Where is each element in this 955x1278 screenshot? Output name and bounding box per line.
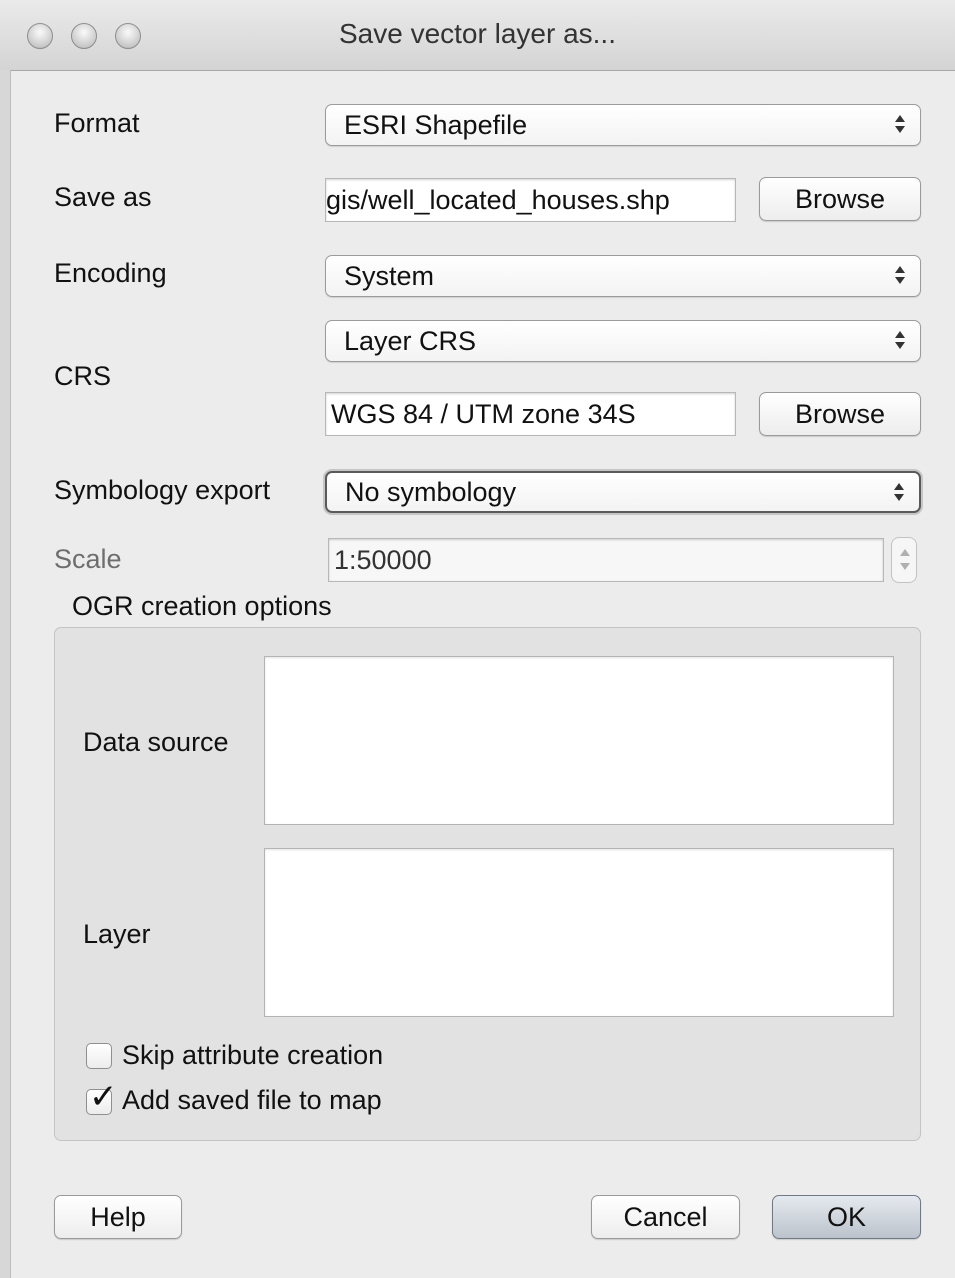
save-as-browse-button[interactable]: Browse <box>759 177 921 221</box>
layer-label: Layer <box>83 919 151 949</box>
symbology-select[interactable]: No symbology <box>325 471 921 513</box>
crs-mode-select[interactable]: Layer CRS <box>325 320 921 362</box>
scale-value: 1:50000 <box>334 545 432 575</box>
help-button[interactable]: Help <box>54 1195 182 1239</box>
crs-value: WGS 84 / UTM zone 34S <box>331 399 636 429</box>
select-arrows-icon <box>893 327 907 355</box>
save-as-input[interactable]: gis/well_located_houses.shp <box>325 178 736 222</box>
format-label: Format <box>54 108 140 138</box>
encoding-select-value: System <box>344 261 435 291</box>
save-as-value: gis/well_located_houses.shp <box>326 185 670 215</box>
cancel-button[interactable]: Cancel <box>591 1195 740 1239</box>
layer-textarea[interactable] <box>264 848 894 1017</box>
add-to-map-checkbox[interactable]: ✓ <box>86 1080 118 1115</box>
data-source-label: Data source <box>83 727 229 757</box>
symbology-label: Symbology export <box>54 475 271 505</box>
select-arrows-icon <box>892 479 906 507</box>
symbology-select-value: No symbology <box>345 477 517 507</box>
save-as-label: Save as <box>54 182 152 212</box>
encoding-select[interactable]: System <box>325 255 921 297</box>
scale-input[interactable]: 1:50000 <box>328 538 884 582</box>
crs-input[interactable]: WGS 84 / UTM zone 34S <box>325 392 736 436</box>
scale-stepper[interactable] <box>891 537 917 583</box>
scale-label: Scale <box>54 544 122 574</box>
title-bar: Save vector layer as... <box>0 0 955 71</box>
encoding-label: Encoding <box>54 258 167 288</box>
data-source-textarea[interactable] <box>264 656 894 825</box>
window-edge <box>0 70 11 1278</box>
add-to-map-label: Add saved file to map <box>122 1085 382 1115</box>
format-select[interactable]: ESRI Shapefile <box>325 104 921 146</box>
crs-label: CRS <box>54 361 112 391</box>
crs-browse-button[interactable]: Browse <box>759 392 921 436</box>
window-title: Save vector layer as... <box>338 18 616 49</box>
skip-attribute-checkbox[interactable] <box>86 1043 112 1069</box>
format-select-value: ESRI Shapefile <box>344 110 528 140</box>
crs-mode-value: Layer CRS <box>344 326 477 356</box>
ok-button[interactable]: OK <box>772 1195 921 1239</box>
skip-attribute-label: Skip attribute creation <box>122 1040 384 1070</box>
select-arrows-icon <box>893 262 907 290</box>
checkmark-icon: ✓ <box>89 1077 118 1117</box>
ogr-options-title: OGR creation options <box>72 591 332 621</box>
ogr-options-group: Data source Layer Skip attribute creatio… <box>54 627 921 1141</box>
select-arrows-icon <box>893 111 907 139</box>
